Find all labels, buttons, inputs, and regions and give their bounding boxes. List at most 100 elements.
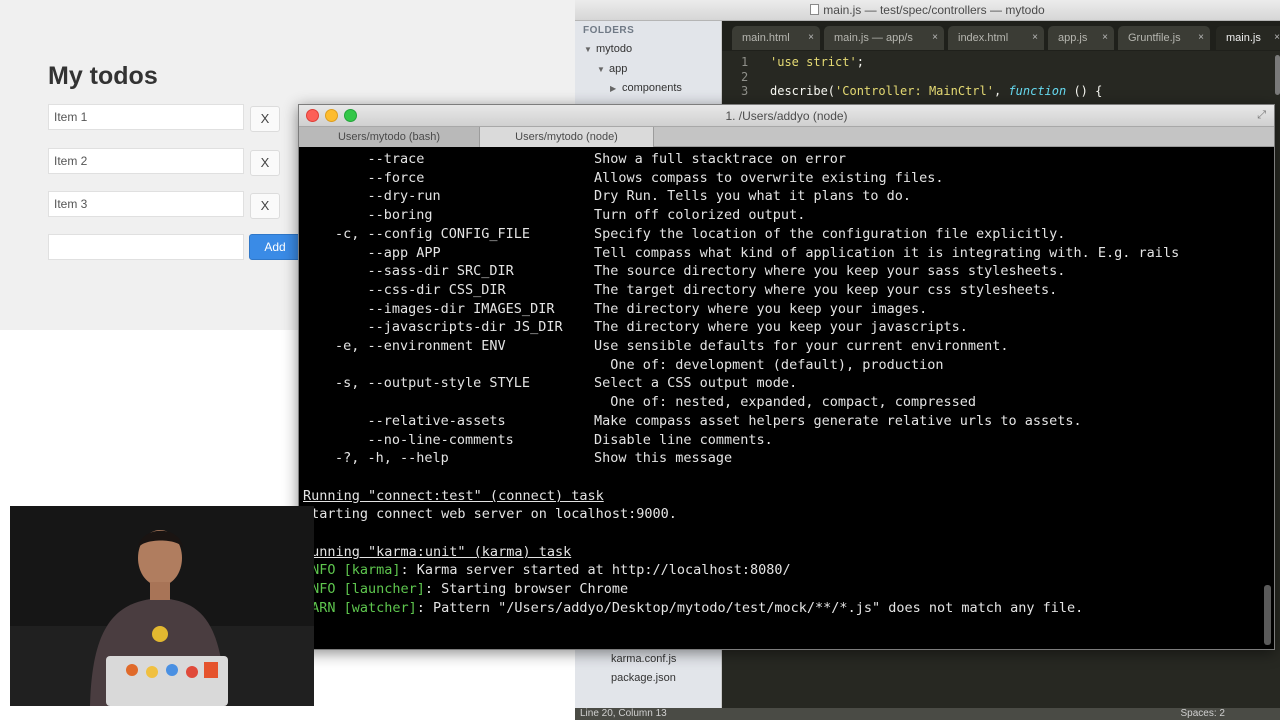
tree-item-label: mytodo bbox=[596, 43, 633, 55]
help-option: --app APP bbox=[335, 244, 441, 261]
help-option: --dry-run bbox=[335, 188, 441, 205]
code-line: describe('Controller: MainCtrl', functio… bbox=[770, 84, 1102, 98]
fullscreen-icon[interactable]: ⤢ bbox=[1257, 109, 1266, 122]
help-description: One of: development (default), productio… bbox=[594, 356, 944, 373]
help-description: Specify the location of the configuratio… bbox=[594, 225, 1066, 242]
zoom-window-button[interactable] bbox=[344, 109, 357, 122]
remove-todo-button[interactable]: X bbox=[250, 150, 280, 176]
help-option: --sass-dir SRC_DIR bbox=[335, 263, 514, 280]
close-icon[interactable]: × bbox=[808, 26, 814, 50]
help-description: The target directory where you keep your… bbox=[594, 281, 1058, 298]
terminal-titlebar: 1. /Users/addyo (node) ⤢ bbox=[299, 105, 1274, 127]
terminal-tab-bash[interactable]: Users/mytodo (bash) bbox=[299, 127, 480, 147]
help-option: --no-line-comments bbox=[335, 431, 514, 448]
line-number: 2 bbox=[741, 69, 749, 84]
log-text: : Starting browser Chrome bbox=[424, 581, 629, 598]
tree-file-karma-conf[interactable]: karma.conf.js bbox=[611, 653, 676, 665]
log-text: Starting connect web server on localhost… bbox=[303, 506, 677, 523]
terminal-scrollbar[interactable] bbox=[1264, 585, 1271, 645]
help-description: Select a CSS output mode. bbox=[594, 375, 798, 392]
editor-tab[interactable]: Gruntfile.js × bbox=[1118, 26, 1210, 50]
todo-item: Item 3 X bbox=[48, 191, 288, 219]
code-line: 'use strict'; bbox=[770, 55, 864, 69]
terminal-line: WARN [watcher]: Pattern "/Users/addyo/De… bbox=[303, 600, 1083, 616]
code-area[interactable]: 1 'use strict'; 2 3 describe('Controller: Ma… bbox=[722, 51, 1280, 111]
todo-item-input[interactable]: Item 2 bbox=[48, 148, 244, 174]
tree-folder-components[interactable]: ▶ components bbox=[610, 82, 682, 94]
log-text: : Pattern "/Users/addyo/Desktop/mytodo/t… bbox=[416, 599, 1084, 616]
help-option: -s, --output-style STYLE bbox=[335, 375, 531, 392]
webcam-overlay bbox=[10, 506, 314, 706]
help-description: Tell compass what kind of application it… bbox=[594, 244, 1180, 261]
help-description: One of: nested, expanded, compact, compr… bbox=[594, 394, 977, 411]
help-description: Dry Run. Tells you what it plans to do. bbox=[594, 188, 911, 205]
code-token: ; bbox=[856, 55, 864, 69]
close-icon[interactable]: × bbox=[1102, 26, 1108, 50]
help-option: --images-dir IMAGES_DIR bbox=[335, 300, 555, 317]
editor-tab-active[interactable]: main.js × bbox=[1216, 26, 1280, 50]
tab-label: app.js bbox=[1058, 32, 1088, 44]
code-token: 'Controller: MainCtrl' bbox=[835, 84, 994, 98]
help-option: --trace bbox=[335, 151, 425, 167]
help-description: The directory where you keep your images… bbox=[594, 300, 928, 317]
editor-tab[interactable]: app.js × bbox=[1048, 26, 1114, 50]
terminal-window: 1. /Users/addyo (node) ⤢ Users/mytodo (b… bbox=[298, 104, 1275, 650]
close-window-button[interactable] bbox=[306, 109, 319, 122]
close-icon[interactable]: × bbox=[1198, 26, 1204, 50]
help-option: --css-dir CSS_DIR bbox=[335, 281, 506, 298]
help-description: Make compass asset helpers generate rela… bbox=[594, 412, 1082, 429]
help-description: Allows compass to overwrite existing fil… bbox=[594, 169, 944, 186]
editor-status-bar: Line 20, Column 13 Spaces: 2 bbox=[575, 708, 1280, 720]
editor-scrollbar[interactable] bbox=[1275, 55, 1280, 95]
add-todo-button[interactable]: Add bbox=[249, 234, 301, 260]
close-icon[interactable]: × bbox=[1032, 26, 1038, 50]
tree-file-package-json[interactable]: package.json bbox=[611, 672, 676, 684]
editor-tab[interactable]: main.js — app/s × bbox=[824, 26, 944, 50]
cursor-position: Line 20, Column 13 bbox=[580, 708, 667, 719]
expanded-arrow-icon: ▼ bbox=[597, 65, 605, 74]
help-option: --javascripts-dir JS_DIR bbox=[335, 319, 563, 336]
help-description: Show this message bbox=[594, 450, 733, 467]
terminal-tab-node[interactable]: Users/mytodo (node) bbox=[480, 127, 654, 147]
help-option: -c, --config CONFIG_FILE bbox=[335, 225, 531, 242]
terminal-line: INFO [launcher]: Starting browser Chrome bbox=[303, 581, 628, 597]
editor-titlebar: main.js — test/spec/controllers — mytodo bbox=[575, 0, 1280, 21]
help-description: The directory where you keep your javasc… bbox=[594, 319, 968, 336]
expanded-arrow-icon: ▼ bbox=[584, 45, 592, 54]
tree-folder-mytodo[interactable]: ▼ mytodo bbox=[584, 43, 632, 55]
remove-todo-button[interactable]: X bbox=[250, 193, 280, 219]
tab-label: main.html bbox=[742, 32, 790, 44]
code-token: () { bbox=[1066, 84, 1103, 98]
indentation-setting[interactable]: Spaces: 2 bbox=[1181, 708, 1225, 720]
code-token: describe( bbox=[770, 84, 836, 98]
editor-tab[interactable]: main.html × bbox=[732, 26, 820, 50]
help-description: Use sensible defaults for your current e… bbox=[594, 338, 1009, 354]
sidebar-heading: FOLDERS bbox=[583, 25, 635, 36]
editor-tab[interactable]: index.html × bbox=[948, 26, 1044, 50]
editor-tab-bar: main.html × main.js — app/s × index.html × … bbox=[722, 21, 1280, 51]
terminal-tab-bar: Users/mytodo (bash) Users/mytodo (node) bbox=[299, 127, 1274, 147]
desktop: My todos Item 1 X Item 2 X Item 3 X Add … bbox=[0, 0, 1280, 720]
collapsed-arrow-icon: ▶ bbox=[610, 84, 617, 93]
tree-item-label: app bbox=[609, 63, 628, 75]
tab-label: Gruntfile.js bbox=[1128, 32, 1181, 44]
code-token: 'use strict' bbox=[770, 55, 857, 69]
line-number: 1 bbox=[741, 55, 749, 69]
tab-label: index.html bbox=[958, 32, 1009, 44]
tree-item-label: components bbox=[622, 82, 682, 94]
help-description: Disable line comments. bbox=[594, 431, 773, 448]
new-todo-input[interactable] bbox=[48, 234, 244, 260]
tree-folder-app[interactable]: ▼ app bbox=[597, 63, 627, 75]
terminal-output[interactable]: --trace Show a full stacktrace on error -… bbox=[299, 147, 1262, 649]
minimize-window-button[interactable] bbox=[325, 109, 338, 122]
todo-item-input[interactable]: Item 1 bbox=[48, 104, 244, 130]
close-icon[interactable]: × bbox=[1274, 26, 1280, 50]
todo-item-input[interactable]: Item 3 bbox=[48, 191, 244, 217]
remove-todo-button[interactable]: X bbox=[250, 106, 280, 132]
page-title: My todos bbox=[48, 62, 158, 90]
close-icon[interactable]: × bbox=[932, 26, 938, 50]
terminal-line: Running "karma:unit" (karma) task bbox=[303, 544, 571, 560]
terminal-line: Starting connect web server on localhost… bbox=[303, 506, 677, 522]
file-icon bbox=[810, 4, 820, 15]
log-tag: INFO [karma] bbox=[303, 562, 401, 579]
